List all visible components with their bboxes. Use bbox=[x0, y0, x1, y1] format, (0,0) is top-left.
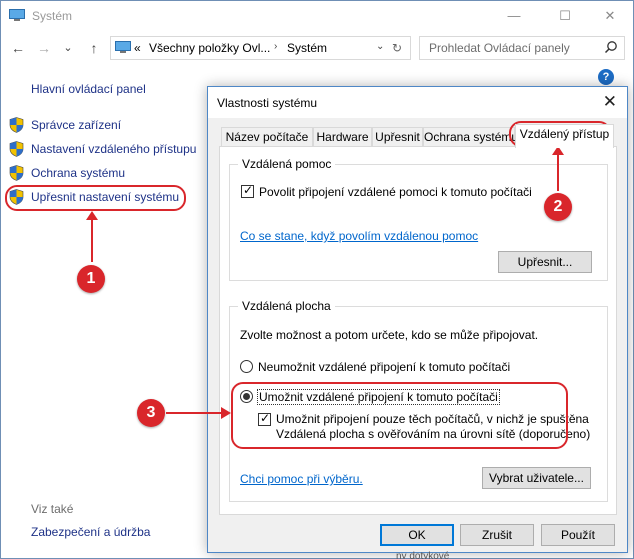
remote-desktop-instructions: Zvolte možnost a potom určete, kdo se mů… bbox=[240, 328, 539, 342]
task-label: Nastavení vzdáleného přístupu bbox=[31, 142, 197, 156]
breadcrumb-overflow[interactable]: « bbox=[134, 41, 141, 55]
tab-advanced[interactable]: Upřesnit bbox=[372, 127, 423, 147]
uac-shield-icon bbox=[9, 141, 24, 157]
control-panel-icon bbox=[115, 41, 131, 53]
back-button[interactable]: ← bbox=[8, 37, 28, 59]
system-window: Systém — ☐ ✕ ← → ⌄ ↑ « Všechny položky O… bbox=[0, 0, 634, 559]
tab-computer-name[interactable]: Název počítače bbox=[221, 127, 313, 147]
arrow-right-icon bbox=[166, 407, 231, 419]
breadcrumb-system[interactable]: Systém bbox=[287, 41, 327, 55]
cancel-button[interactable]: Zrušit bbox=[460, 524, 534, 546]
window-title: Systém bbox=[32, 9, 73, 23]
deny-remote-radio[interactable] bbox=[240, 360, 253, 373]
choice-help-link[interactable]: Chci pomoc při výběru. bbox=[240, 472, 363, 486]
maximize-button[interactable]: ☐ bbox=[542, 1, 588, 31]
navigation-bar: ← → ⌄ ↑ « Všechny položky Ovl... › Systé… bbox=[1, 33, 633, 63]
help-icon[interactable]: ? bbox=[598, 69, 614, 85]
group-title: Vzdálená plocha bbox=[238, 299, 335, 313]
step-badge-2: 2 bbox=[544, 193, 572, 221]
left-task-panel: Hlavní ovládací panel Správce zařízení N… bbox=[1, 63, 206, 559]
computer-icon bbox=[9, 9, 25, 21]
apply-button[interactable]: Použít bbox=[541, 524, 615, 546]
tab-remote[interactable]: Vzdálený přístup bbox=[515, 124, 614, 148]
title-bar: Systém — ☐ ✕ bbox=[1, 1, 633, 31]
step-badge-3: 3 bbox=[137, 399, 165, 427]
arrow-up-icon bbox=[86, 211, 98, 262]
search-input[interactable] bbox=[429, 38, 609, 58]
address-bar[interactable]: « Všechny položky Ovl... › Systém ⌄ ↻ bbox=[110, 36, 411, 60]
step-badge-1: 1 bbox=[77, 265, 105, 293]
select-users-button[interactable]: Vybrat uživatele... bbox=[482, 467, 591, 489]
chevron-right-icon[interactable]: › bbox=[274, 41, 277, 52]
task-label: Ochrana systému bbox=[31, 166, 126, 180]
see-also-heading: Viz také bbox=[31, 502, 74, 516]
security-maintenance-link[interactable]: Zabezpečení a údržba bbox=[31, 525, 150, 539]
group-title: Vzdálená pomoc bbox=[238, 157, 336, 171]
uac-shield-icon bbox=[9, 165, 24, 181]
highlight-ring-allow-remote bbox=[231, 382, 568, 449]
dialog-close-button[interactable]: ✕ bbox=[603, 92, 617, 112]
partial-background-text: ny dotykové bbox=[396, 551, 450, 559]
close-button[interactable]: ✕ bbox=[587, 1, 633, 31]
allow-remote-assistance-label[interactable]: Povolit připojení vzdálené pomoci k tomu… bbox=[259, 185, 532, 199]
tab-hardware[interactable]: Hardware bbox=[313, 127, 372, 147]
tab-system-protection[interactable]: Ochrana systému bbox=[423, 127, 518, 147]
advanced-button[interactable]: Upřesnit... bbox=[498, 251, 592, 273]
up-button[interactable]: ↑ bbox=[84, 37, 104, 59]
task-label: Správce zařízení bbox=[31, 118, 122, 132]
control-panel-home-link[interactable]: Hlavní ovládací panel bbox=[31, 82, 146, 96]
deny-remote-label[interactable]: Neumožnit vzdálené připojení k tomuto po… bbox=[258, 360, 510, 374]
remote-assistance-help-link[interactable]: Co se stane, když povolím vzdálenou pomo… bbox=[240, 229, 478, 243]
forward-button[interactable]: → bbox=[34, 37, 54, 59]
ok-button[interactable]: OK bbox=[380, 524, 454, 546]
search-icon[interactable] bbox=[604, 40, 618, 54]
arrow-up-icon bbox=[552, 146, 564, 191]
refresh-icon[interactable]: ↻ bbox=[392, 41, 402, 55]
breadcrumb-all-items[interactable]: Všechny položky Ovl... bbox=[149, 41, 270, 55]
minimize-button[interactable]: — bbox=[491, 1, 537, 31]
uac-shield-icon bbox=[9, 117, 24, 133]
allow-remote-assistance-checkbox[interactable]: ✓ bbox=[241, 183, 254, 198]
recent-locations-button[interactable]: ⌄ bbox=[58, 37, 78, 59]
chevron-down-icon[interactable]: ⌄ bbox=[376, 41, 384, 52]
dialog-title-bar: Vlastnosti systému ✕ bbox=[208, 87, 627, 118]
dialog-title: Vlastnosti systému bbox=[217, 96, 318, 110]
highlight-ring-advanced-settings bbox=[5, 185, 186, 211]
search-box[interactable] bbox=[419, 36, 625, 60]
